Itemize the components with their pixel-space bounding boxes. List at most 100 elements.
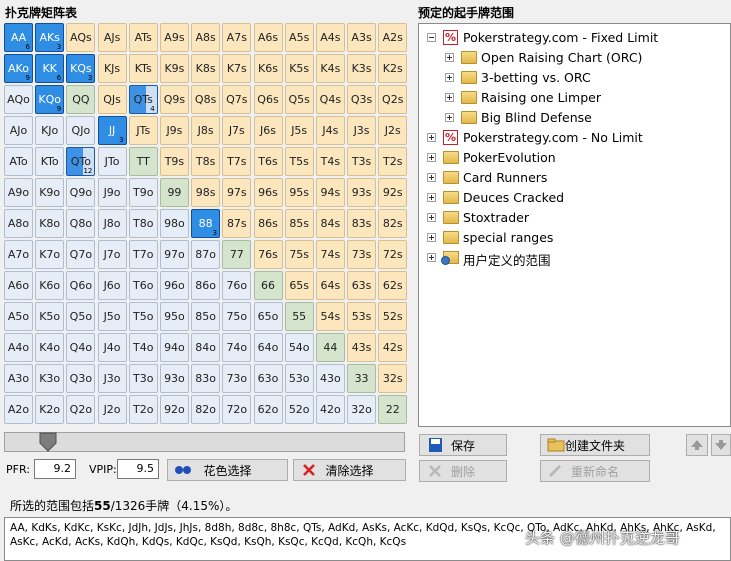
hand-cell-K8s[interactable]: K8s <box>191 54 221 83</box>
hand-cell-QQ[interactable]: QQ <box>66 85 96 114</box>
hand-cell-J2o[interactable]: J2o <box>97 395 127 424</box>
move-up-button[interactable] <box>686 434 708 456</box>
hand-cell-T9o[interactable]: T9o <box>128 178 158 207</box>
expand-plus-icon[interactable] <box>445 113 454 122</box>
hand-cell-A5s[interactable]: A5s <box>284 23 314 52</box>
hand-cell-JTo[interactable]: JTo <box>97 147 127 176</box>
hand-cell-53s[interactable]: 53s <box>347 302 377 331</box>
hand-cell-T7o[interactable]: T7o <box>128 240 158 269</box>
hand-cell-AQs[interactable]: AQs <box>66 23 96 52</box>
hand-cell-76o[interactable]: 76o <box>222 271 252 300</box>
hand-cell-43s[interactable]: 43s <box>347 333 377 362</box>
hand-cell-94o[interactable]: 94o <box>159 333 189 362</box>
collapse-minus-icon[interactable] <box>427 33 436 42</box>
hand-cell-K9o[interactable]: K9o <box>35 178 65 207</box>
hand-cell-73o[interactable]: 73o <box>222 364 252 393</box>
tree-node[interactable]: Stoxtrader <box>419 208 719 228</box>
tree-node[interactable]: PokerEvolution <box>419 148 719 168</box>
hand-cell-A7o[interactable]: A7o <box>4 240 33 269</box>
hand-cell-J8o[interactable]: J8o <box>97 209 127 238</box>
hand-cell-63s[interactable]: 63s <box>347 271 377 300</box>
hand-cell-T4o[interactable]: T4o <box>128 333 158 362</box>
hand-cell-J3s[interactable]: J3s <box>347 116 377 145</box>
hand-cell-KJs[interactable]: KJs <box>97 54 127 83</box>
expand-plus-icon[interactable] <box>427 233 436 242</box>
hand-cell-42o[interactable]: 42o <box>315 395 345 424</box>
hand-cell-J8s[interactable]: J8s <box>191 116 221 145</box>
hand-cell-86o[interactable]: 86o <box>191 271 221 300</box>
hand-cell-93o[interactable]: 93o <box>159 364 189 393</box>
hand-cell-J9s[interactable]: J9s <box>159 116 189 145</box>
hand-cell-54o[interactable]: 54o <box>284 333 314 362</box>
hand-cell-22[interactable]: 22 <box>378 395 408 424</box>
hand-cell-J4s[interactable]: J4s <box>315 116 345 145</box>
hand-cell-KTs[interactable]: KTs <box>128 54 158 83</box>
hand-cell-K7o[interactable]: K7o <box>35 240 65 269</box>
hand-cell-AKo[interactable]: AKo 9 <box>4 54 33 83</box>
tree-node[interactable]: 用户定义的范围 <box>419 248 719 268</box>
hand-cell-75s[interactable]: 75s <box>284 240 314 269</box>
hand-cell-Q5o[interactable]: Q5o <box>66 302 96 331</box>
hand-cell-96s[interactable]: 96s <box>253 178 283 207</box>
hand-cell-Q4o[interactable]: Q4o <box>66 333 96 362</box>
hand-cell-A8o[interactable]: A8o <box>4 209 33 238</box>
hand-cell-Q5s[interactable]: Q5s <box>284 85 314 114</box>
hand-cell-J6o[interactable]: J6o <box>97 271 127 300</box>
hand-cell-99[interactable]: 99 <box>159 178 189 207</box>
tree-node[interactable]: Raising one Limper <box>419 88 719 108</box>
hand-cell-J7o[interactable]: J7o <box>97 240 127 269</box>
hand-cell-32o[interactable]: 32o <box>347 395 377 424</box>
hand-cell-T2o[interactable]: T2o <box>128 395 158 424</box>
expand-plus-icon[interactable] <box>427 133 436 142</box>
hand-cell-T6s[interactable]: T6s <box>253 147 283 176</box>
hand-cell-KQs[interactable]: KQs 3 <box>66 54 96 83</box>
hand-cell-93s[interactable]: 93s <box>347 178 377 207</box>
expand-plus-icon[interactable] <box>427 153 436 162</box>
hand-cell-K2s[interactable]: K2s <box>378 54 408 83</box>
hand-cell-55[interactable]: 55 <box>284 302 314 331</box>
hand-cell-74o[interactable]: 74o <box>222 333 252 362</box>
hand-cell-J5o[interactable]: J5o <box>97 302 127 331</box>
hand-cell-ATo[interactable]: ATo <box>4 147 33 176</box>
hand-cell-ATs[interactable]: ATs <box>128 23 158 52</box>
hand-cell-K9s[interactable]: K9s <box>159 54 189 83</box>
hand-cell-Q6s[interactable]: Q6s <box>253 85 283 114</box>
tree-node[interactable]: % Pokerstrategy.com - No Limit <box>419 128 719 148</box>
hand-cell-A4s[interactable]: A4s <box>315 23 345 52</box>
preset-ranges-tree[interactable]: % Pokerstrategy.com - Fixed Limit Open Rai… <box>418 23 731 427</box>
hand-cell-T2s[interactable]: T2s <box>378 147 408 176</box>
hand-cell-73s[interactable]: 73s <box>347 240 377 269</box>
hand-cell-33[interactable]: 33 <box>347 364 377 393</box>
hand-cell-92s[interactable]: 92s <box>378 178 408 207</box>
hand-cell-KK[interactable]: KK 6 <box>35 54 65 83</box>
hand-cell-82s[interactable]: 82s <box>378 209 408 238</box>
hand-cell-T5s[interactable]: T5s <box>284 147 314 176</box>
hand-cell-T8o[interactable]: T8o <box>128 209 158 238</box>
hand-cell-K4s[interactable]: K4s <box>315 54 345 83</box>
hand-cell-82o[interactable]: 82o <box>191 395 221 424</box>
hand-cell-87s[interactable]: 87s <box>222 209 252 238</box>
hand-cell-84s[interactable]: 84s <box>315 209 345 238</box>
hand-cell-83o[interactable]: 83o <box>191 364 221 393</box>
hand-cell-52o[interactable]: 52o <box>284 395 314 424</box>
hand-cell-K3s[interactable]: K3s <box>347 54 377 83</box>
hand-cell-87o[interactable]: 87o <box>191 240 221 269</box>
hand-cell-J7s[interactable]: J7s <box>222 116 252 145</box>
hand-cell-T6o[interactable]: T6o <box>128 271 158 300</box>
hand-cell-KTo[interactable]: KTo <box>35 147 65 176</box>
hand-cell-75o[interactable]: 75o <box>222 302 252 331</box>
expand-plus-icon[interactable] <box>445 53 454 62</box>
hand-cell-92o[interactable]: 92o <box>159 395 189 424</box>
hand-cell-QTs[interactable]: QTs 4 <box>128 85 158 114</box>
hand-cell-42s[interactable]: 42s <box>378 333 408 362</box>
hand-cell-K5s[interactable]: K5s <box>284 54 314 83</box>
hand-cell-AKs[interactable]: AKs 3 <box>35 23 65 52</box>
rename-button[interactable]: 重新命名 <box>540 460 650 482</box>
hand-cell-A3o[interactable]: A3o <box>4 364 33 393</box>
hand-cell-44[interactable]: 44 <box>315 333 345 362</box>
hand-cell-Q3o[interactable]: Q3o <box>66 364 96 393</box>
hand-cell-85o[interactable]: 85o <box>191 302 221 331</box>
expand-plus-icon[interactable] <box>427 173 436 182</box>
hand-cell-QJo[interactable]: QJo <box>66 116 96 145</box>
hand-cell-J3o[interactable]: J3o <box>97 364 127 393</box>
